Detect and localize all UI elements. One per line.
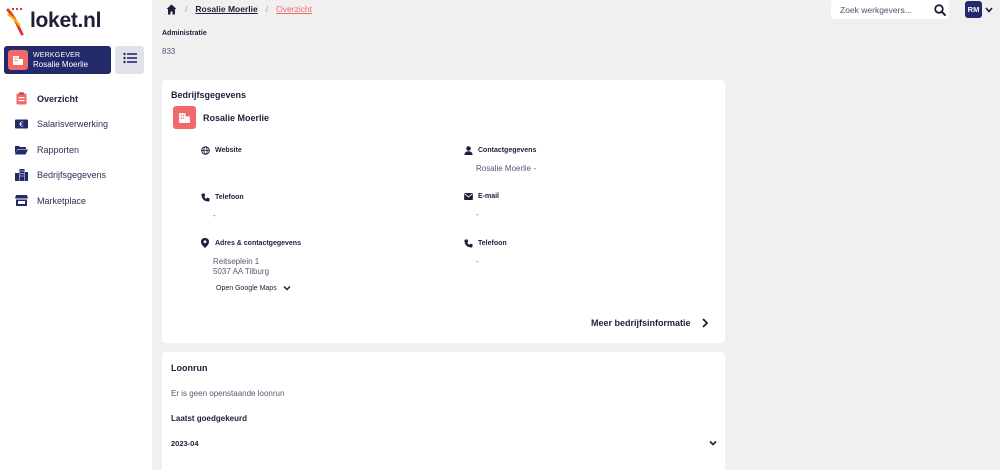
euro-banknote-icon: € (15, 118, 28, 131)
company-name: Rosalie Moerlie (203, 112, 270, 123)
sidebar-item-overzicht[interactable]: Overzicht (0, 86, 152, 112)
telefoon-contact-label: Telefoon (478, 239, 507, 247)
telefoon-label: Telefoon (215, 193, 244, 201)
approved-label: Laatst goedgekeurd (171, 414, 248, 423)
employer-name: Rosalie Moerlie (33, 60, 89, 69)
telefoon-contact-field: Telefoon - (463, 238, 507, 267)
loonrun-card: Loonrun Er is geen openstaande loonrun L… (162, 352, 725, 470)
list-icon (122, 51, 137, 69)
administratie-value: 833 (162, 47, 176, 56)
sidebar-item-bedrijfsgegevens[interactable]: Bedrijfsgegevens (0, 163, 152, 189)
envelope-icon (463, 191, 473, 201)
contact-value: Rosalie Moerlie - (476, 164, 537, 173)
adres-field: Adres & contactgegevens Reitseplein 1 50… (200, 238, 301, 277)
card-title: Loonrun (171, 363, 208, 373)
svg-text:€: € (19, 121, 23, 129)
chevron-down-icon (709, 439, 717, 447)
breadcrumb-employer-link[interactable]: Rosalie Moerlie (195, 4, 257, 14)
website-field: Website (200, 145, 242, 164)
phone-icon (200, 192, 210, 202)
logo[interactable]: loket.nl (6, 3, 101, 39)
administratie-label: Administratie (162, 30, 207, 37)
company-header: Rosalie Moerlie (173, 106, 269, 129)
buildings-icon (15, 169, 28, 182)
phone-icon (463, 238, 473, 248)
search-icon[interactable] (932, 2, 948, 18)
contact-field: Contactgegevens Rosalie Moerlie - (463, 145, 536, 174)
approved-period: 2023-04 (171, 438, 199, 448)
search-input[interactable] (840, 4, 932, 15)
approved-period-row[interactable]: 2023-04 (171, 434, 717, 452)
sidebar: loket.nl WERKGEVER Rosalie Moerlie Overz… (0, 0, 152, 470)
more-info-label: Meer bedrijfsinformatie (591, 318, 691, 328)
breadcrumb-current[interactable]: Overzicht (276, 4, 312, 14)
folder-open-icon (15, 143, 28, 156)
adres-line2: 5037 AA Tilburg (213, 267, 270, 276)
employer-kind: WERKGEVER (33, 52, 81, 59)
email-value: - (476, 210, 479, 219)
breadcrumb-separator: / (185, 4, 188, 14)
adres-label: Adres & contactgegevens (215, 239, 301, 247)
person-icon (463, 145, 473, 155)
map-pin-icon (200, 238, 210, 248)
chevron-down-icon (985, 6, 993, 13)
adres-line1: Reitseplein 1 (213, 257, 260, 266)
list-view-button[interactable] (115, 46, 144, 74)
email-field: E-mail - (463, 191, 499, 220)
sidebar-item-salarisverwerking[interactable]: € Salarisverwerking (0, 112, 152, 138)
google-maps-toggle[interactable]: Open Google Maps (216, 284, 291, 292)
sidebar-item-label: Marketplace (37, 195, 87, 206)
breadcrumb: / Rosalie Moerlie / Overzicht (166, 3, 312, 15)
building-icon (173, 106, 196, 129)
sidebar-item-label: Overzicht (37, 93, 79, 104)
card-title: Bedrijfsgegevens (171, 90, 247, 100)
sidebar-item-marketplace[interactable]: Marketplace (0, 188, 152, 214)
sidebar-nav: Overzicht € Salarisverwerking Rapporten … (0, 86, 152, 214)
search-box (831, 0, 949, 19)
website-label: Website (215, 146, 242, 154)
home-icon[interactable] (166, 4, 177, 15)
logo-mark-icon (6, 6, 28, 36)
employer-switcher[interactable]: WERKGEVER Rosalie Moerlie (4, 46, 111, 74)
more-company-info-link[interactable]: Meer bedrijfsinformatie (591, 318, 709, 328)
contact-label: Contactgegevens (478, 146, 537, 154)
sidebar-item-label: Salarisverwerking (37, 119, 109, 130)
sidebar-item-rapporten[interactable]: Rapporten (0, 137, 152, 163)
building-icon (8, 50, 28, 70)
telefoon-value: - (213, 211, 216, 220)
logo-text: loket.nl (30, 9, 102, 32)
globe-icon (200, 145, 210, 155)
sidebar-item-label: Rapporten (37, 144, 80, 155)
breadcrumb-separator: / (265, 4, 269, 14)
telefoon-field: Telefoon - (200, 192, 244, 221)
clipboard-icon (15, 92, 28, 105)
maps-label: Open Google Maps (216, 284, 277, 292)
company-card: Bedrijfsgegevens Rosalie Moerlie Website… (162, 80, 725, 343)
avatar: RM (965, 1, 982, 18)
loonrun-empty-text: Er is geen openstaande loonrun (171, 389, 285, 398)
telefoon-contact-value: - (476, 257, 479, 266)
chevron-down-icon (283, 284, 291, 292)
sidebar-item-label: Bedrijfsgegevens (37, 170, 107, 181)
user-menu[interactable]: RM (965, 1, 993, 18)
chevron-right-icon (701, 318, 709, 328)
store-icon (15, 194, 28, 207)
email-label: E-mail (478, 192, 500, 200)
